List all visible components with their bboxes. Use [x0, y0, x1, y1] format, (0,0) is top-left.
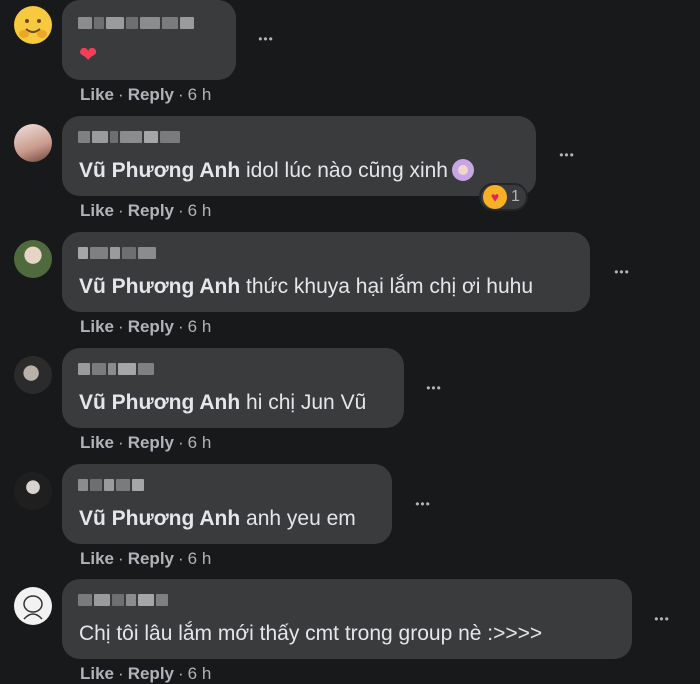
reply-link[interactable]: Reply [128, 664, 174, 683]
more-options-button[interactable]: ••• [551, 139, 583, 171]
more-options-button[interactable]: ••• [407, 488, 439, 520]
comment-text: Vũ Phương Anh anh yeu em [79, 507, 356, 530]
comment-text: Vũ Phương Anh thức khuya hại lắm chị ơi … [79, 275, 533, 298]
comment-bubble: Vũ Phương Anh hi chị Jun Vũ [62, 348, 404, 428]
reaction-summary[interactable]: ♥ 1 [479, 183, 528, 211]
author-name-blurred[interactable] [78, 247, 156, 259]
girl-emoji-icon [452, 159, 474, 181]
comment-actions: Like · Reply · 6 h [80, 549, 212, 568]
care-reaction-icon: ♥ [483, 185, 507, 209]
author-name-blurred[interactable] [78, 594, 168, 606]
avatar[interactable] [14, 472, 52, 510]
mentioned-user[interactable]: Vũ Phương Anh [79, 275, 240, 298]
reply-link[interactable]: Reply [128, 201, 174, 220]
reply-link[interactable]: Reply [128, 549, 174, 568]
timestamp[interactable]: 6 h [188, 201, 212, 220]
timestamp[interactable]: 6 h [188, 664, 212, 683]
comment-actions: Like · Reply · 6 h [80, 85, 212, 104]
like-link[interactable]: Like [80, 317, 114, 336]
comment-bubble: Vũ Phương Anh thức khuya hại lắm chị ơi … [62, 232, 590, 312]
avatar[interactable] [14, 6, 52, 44]
more-options-button[interactable]: ••• [250, 23, 282, 55]
avatar[interactable] [14, 356, 52, 394]
like-link[interactable]: Like [80, 85, 114, 104]
comment-bubble: ❤ [62, 0, 236, 80]
comment-actions: Like · Reply · 6 h [80, 664, 212, 683]
heart-icon: ❤ [79, 42, 98, 67]
cartoon-avatar-icon [15, 588, 51, 624]
avatar[interactable] [14, 124, 52, 162]
like-link[interactable]: Like [80, 433, 114, 452]
comment-actions: Like · Reply · 6 h [80, 317, 212, 336]
timestamp[interactable]: 6 h [188, 85, 212, 104]
mentioned-user[interactable]: Vũ Phương Anh [79, 159, 240, 182]
author-name-blurred[interactable] [78, 363, 154, 375]
comment-text: Chị tôi lâu lắm mới thấy cmt trong group… [79, 622, 543, 645]
author-name-blurred[interactable] [78, 17, 194, 29]
reply-link[interactable]: Reply [128, 85, 174, 104]
reply-link[interactable]: Reply [128, 433, 174, 452]
comment-text: ❤ [79, 42, 97, 69]
more-options-button[interactable]: ••• [606, 256, 638, 288]
comment-actions: Like · Reply · 6 h [80, 433, 212, 452]
comment-bubble: Chị tôi lâu lắm mới thấy cmt trong group… [62, 579, 632, 659]
timestamp[interactable]: 6 h [188, 317, 212, 336]
comment-bubble: Vũ Phương Anh anh yeu em [62, 464, 392, 544]
avatar[interactable] [14, 240, 52, 278]
mentioned-user[interactable]: Vũ Phương Anh [79, 391, 240, 414]
timestamp[interactable]: 6 h [188, 433, 212, 452]
reaction-count: 1 [511, 188, 520, 205]
comment-actions: Like · Reply · 6 h [80, 201, 212, 220]
avatar[interactable] [14, 587, 52, 625]
author-name-blurred[interactable] [78, 479, 144, 491]
more-options-button[interactable]: ••• [418, 372, 450, 404]
comment-text: Vũ Phương Anh idol lúc nào cũng xinh [79, 158, 474, 184]
timestamp[interactable]: 6 h [188, 549, 212, 568]
hugging-emoji-avatar-icon [15, 7, 51, 43]
like-link[interactable]: Like [80, 664, 114, 683]
more-options-button[interactable]: ••• [646, 603, 678, 635]
comment-bubble: Vũ Phương Anh idol lúc nào cũng xinh [62, 116, 536, 196]
like-link[interactable]: Like [80, 549, 114, 568]
author-name-blurred[interactable] [78, 131, 180, 143]
comment-text: Vũ Phương Anh hi chị Jun Vũ [79, 391, 367, 414]
like-link[interactable]: Like [80, 201, 114, 220]
mentioned-user[interactable]: Vũ Phương Anh [79, 507, 240, 530]
reply-link[interactable]: Reply [128, 317, 174, 336]
